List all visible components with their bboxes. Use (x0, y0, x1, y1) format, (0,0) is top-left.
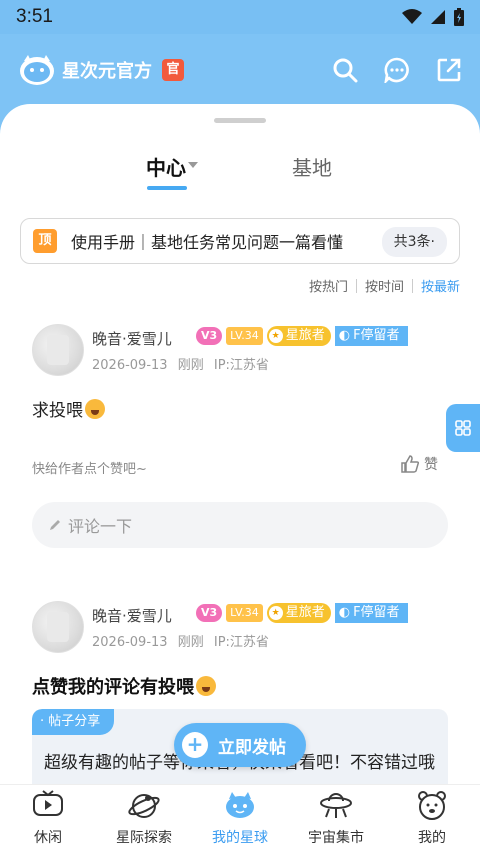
nav-item-me[interactable]: 我的 (384, 785, 480, 853)
nav-label: 宇宙集市 (308, 830, 364, 846)
nav-label: 我的星球 (212, 830, 268, 846)
post-date: 2026-09-13 (92, 358, 168, 373)
content-sheet: 中心 基地 顶 使用手册｜基地任务常见问题一篇看懂 共3条· 按热门 按时间 按… (0, 104, 480, 784)
vip-badge: V3 (196, 327, 223, 345)
post-text: 求投喂 (32, 401, 83, 421)
drag-handle[interactable] (214, 118, 266, 123)
planet-icon: ◐ (338, 328, 351, 343)
post-meta: 2026-09-13 刚刚 IP:江苏省 (92, 354, 275, 373)
divider (355, 278, 357, 293)
system-icons (402, 8, 464, 26)
brand-name: 星次元官方 (62, 61, 152, 82)
post-body[interactable]: 求投喂 (32, 396, 105, 421)
divider (411, 278, 413, 293)
post-title[interactable]: 点赞我的评论有投喂 (32, 673, 216, 699)
stay-badge: ◐ F停留者 (334, 326, 408, 346)
stay-label: F停留者 (353, 605, 400, 620)
vip-badge: V3 (196, 604, 223, 622)
status-bar: 3:51 (0, 0, 480, 34)
post-meta: 2026-09-13 刚刚 IP:江苏省 (92, 631, 275, 650)
like-hint: 快给作者点个赞吧~ (32, 462, 147, 477)
share-icon[interactable] (436, 57, 462, 83)
pencil-icon (50, 520, 60, 530)
tab-center[interactable]: 中心 (146, 152, 186, 181)
planet-icon: ◐ (338, 605, 351, 620)
bottom-nav: 休闲 星际探索 我的星球 宇宙集市 我的 (0, 784, 480, 853)
sort-options: 按热门 按时间 按最新 (309, 276, 460, 295)
chevron-down-icon[interactable] (188, 162, 198, 168)
post-date: 2026-09-13 (92, 635, 168, 650)
side-grid-button[interactable] (446, 404, 480, 452)
tab-active-indicator (147, 186, 187, 190)
nav-item-my-planet[interactable]: 我的星球 (192, 785, 288, 853)
mascot-planet-icon (226, 792, 254, 818)
user-badges: V3 LV.34 ★ 星旅者 ◐ F停留者 (196, 603, 408, 623)
sort-time[interactable]: 按时间 (365, 276, 404, 295)
level-badge: LV.34 (226, 327, 263, 345)
emoji-icon (85, 399, 105, 419)
comment-input[interactable]: 评论一下 (32, 502, 448, 548)
stay-label: F停留者 (353, 328, 400, 343)
thumbs-up-icon (401, 455, 420, 473)
share-tag: · 帖子分享 (32, 709, 115, 735)
nav-label: 星际探索 (116, 830, 172, 846)
ufo-icon (320, 793, 352, 818)
bear-profile-icon (418, 791, 446, 820)
traveler-label: 星旅者 (285, 605, 325, 620)
avatar[interactable] (32, 324, 84, 376)
user-badges: V3 LV.34 ★ 星旅者 ◐ F停留者 (196, 326, 408, 346)
notice-count[interactable]: 共3条· (381, 227, 447, 257)
official-badge: 官 (162, 59, 184, 81)
coin-icon: ★ (268, 329, 283, 343)
signal-icon (431, 10, 445, 24)
comment-placeholder: 评论一下 (68, 517, 133, 536)
new-post-label: 立即发帖 (218, 737, 286, 758)
avatar[interactable] (32, 601, 84, 653)
search-icon[interactable] (332, 57, 358, 83)
nav-item-market[interactable]: 宇宙集市 (288, 785, 384, 853)
header-actions (332, 57, 462, 83)
like-label: 赞 (424, 457, 438, 473)
message-icon[interactable] (384, 57, 410, 83)
post-title-text: 点赞我的评论有投喂 (32, 677, 194, 698)
status-time: 3:51 (16, 6, 53, 27)
stay-badge: ◐ F停留者 (334, 603, 408, 623)
like-button[interactable]: 赞 (400, 454, 438, 474)
post-ago: 刚刚 (177, 358, 204, 373)
nav-item-explore[interactable]: 星际探索 (96, 785, 192, 853)
emoji-icon (196, 676, 216, 696)
app-header: 星次元官方 官 (0, 34, 480, 106)
grid-icon (455, 420, 471, 436)
traveler-badge: ★ 星旅者 (266, 326, 331, 346)
post-card[interactable]: 晚音·爱雪儿 V3 LV.34 ★ 星旅者 ◐ F停留者 2026-09-13 刚刚… (0, 324, 480, 584)
sort-latest[interactable]: 按最新 (421, 276, 460, 295)
plus-icon: + (182, 732, 208, 758)
nav-label: 休闲 (34, 830, 62, 846)
post-ip: IP:江苏省 (213, 358, 269, 373)
tab-base[interactable]: 基地 (292, 152, 332, 181)
nav-item-leisure[interactable]: 休闲 (0, 785, 96, 853)
username[interactable]: 晚音·爱雪儿 (92, 328, 172, 349)
mascot-logo-icon (20, 55, 54, 85)
coin-icon: ★ (268, 606, 283, 620)
battery-icon (454, 8, 464, 26)
traveler-label: 星旅者 (285, 328, 325, 343)
level-badge: LV.34 (226, 604, 263, 622)
username[interactable]: 晚音·爱雪儿 (92, 605, 172, 626)
pinned-tag: 顶 (33, 229, 57, 253)
traveler-badge: ★ 星旅者 (266, 603, 331, 623)
new-post-button[interactable]: + 立即发帖 (174, 723, 306, 767)
wifi-icon (402, 9, 422, 24)
pinned-notice[interactable]: 顶 使用手册｜基地任务常见问题一篇看懂 共3条· (20, 218, 460, 264)
post-ago: 刚刚 (177, 635, 204, 650)
sort-hot[interactable]: 按热门 (309, 276, 348, 295)
notice-text[interactable]: 使用手册｜基地任务常见问题一篇看懂 (71, 229, 367, 253)
planet-explore-icon (128, 794, 160, 818)
tv-icon (33, 790, 63, 816)
post-ip: IP:江苏省 (213, 635, 269, 650)
nav-label: 我的 (418, 830, 446, 846)
tab-bar: 中心 基地 (0, 152, 480, 196)
